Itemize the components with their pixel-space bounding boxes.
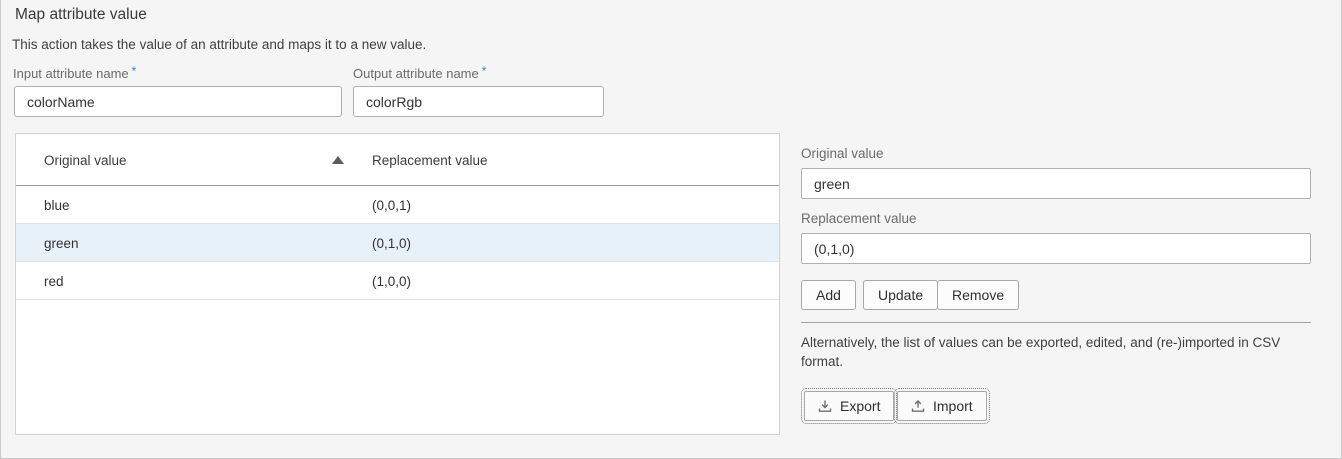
output-attribute-label-text: Output attribute name: [353, 66, 479, 81]
input-attribute-field[interactable]: [14, 86, 342, 117]
cell-replacement: (1,0,0): [372, 262, 411, 300]
required-marker: *: [132, 64, 137, 78]
cell-original: blue: [44, 186, 70, 224]
input-attribute-label-text: Input attribute name: [13, 66, 129, 81]
editor-replacement-value-field[interactable]: [801, 233, 1311, 264]
csv-note-text: Alternatively, the list of values can be…: [801, 333, 1309, 371]
cell-replacement: (0,0,1): [372, 186, 411, 224]
column-header-original-value[interactable]: Original value: [44, 134, 127, 186]
column-header-replacement-value[interactable]: Replacement value: [372, 134, 488, 186]
editor-replacement-value-label: Replacement value: [801, 211, 917, 226]
update-button[interactable]: Update: [863, 280, 938, 310]
page-description: This action takes the value of an attrib…: [12, 37, 426, 52]
map-attribute-value-panel: Map attribute value This action takes th…: [0, 0, 1342, 459]
cell-original: red: [44, 262, 64, 300]
download-icon: [818, 399, 832, 413]
import-button-label: Import: [933, 398, 973, 414]
output-attribute-field[interactable]: [353, 86, 604, 117]
add-button[interactable]: Add: [801, 280, 856, 310]
input-attribute-label: Input attribute name*: [13, 64, 136, 81]
sort-ascending-icon[interactable]: [332, 156, 344, 164]
editor-csv-divider: [801, 322, 1311, 323]
table-row-blue[interactable]: blue (0,0,1): [16, 186, 779, 224]
upload-icon: [911, 399, 925, 413]
editor-original-value-label: Original value: [801, 146, 884, 161]
editor-original-value-field[interactable]: [801, 168, 1311, 199]
export-button-label: Export: [840, 398, 880, 414]
remove-button[interactable]: Remove: [937, 280, 1019, 310]
value-mapping-table: Original value Replacement value blue (0…: [15, 133, 780, 435]
export-button[interactable]: Export: [804, 391, 894, 421]
import-button[interactable]: Import: [897, 391, 987, 421]
table-row-green-selected[interactable]: green (0,1,0): [16, 224, 779, 262]
page-title: Map attribute value: [15, 6, 147, 24]
table-row-red[interactable]: red (1,0,0): [16, 262, 779, 300]
output-attribute-label: Output attribute name*: [353, 64, 486, 81]
cell-original: green: [44, 224, 79, 262]
cell-replacement: (0,1,0): [372, 224, 411, 262]
table-header-row: Original value Replacement value: [16, 134, 779, 186]
required-marker: *: [482, 64, 487, 78]
